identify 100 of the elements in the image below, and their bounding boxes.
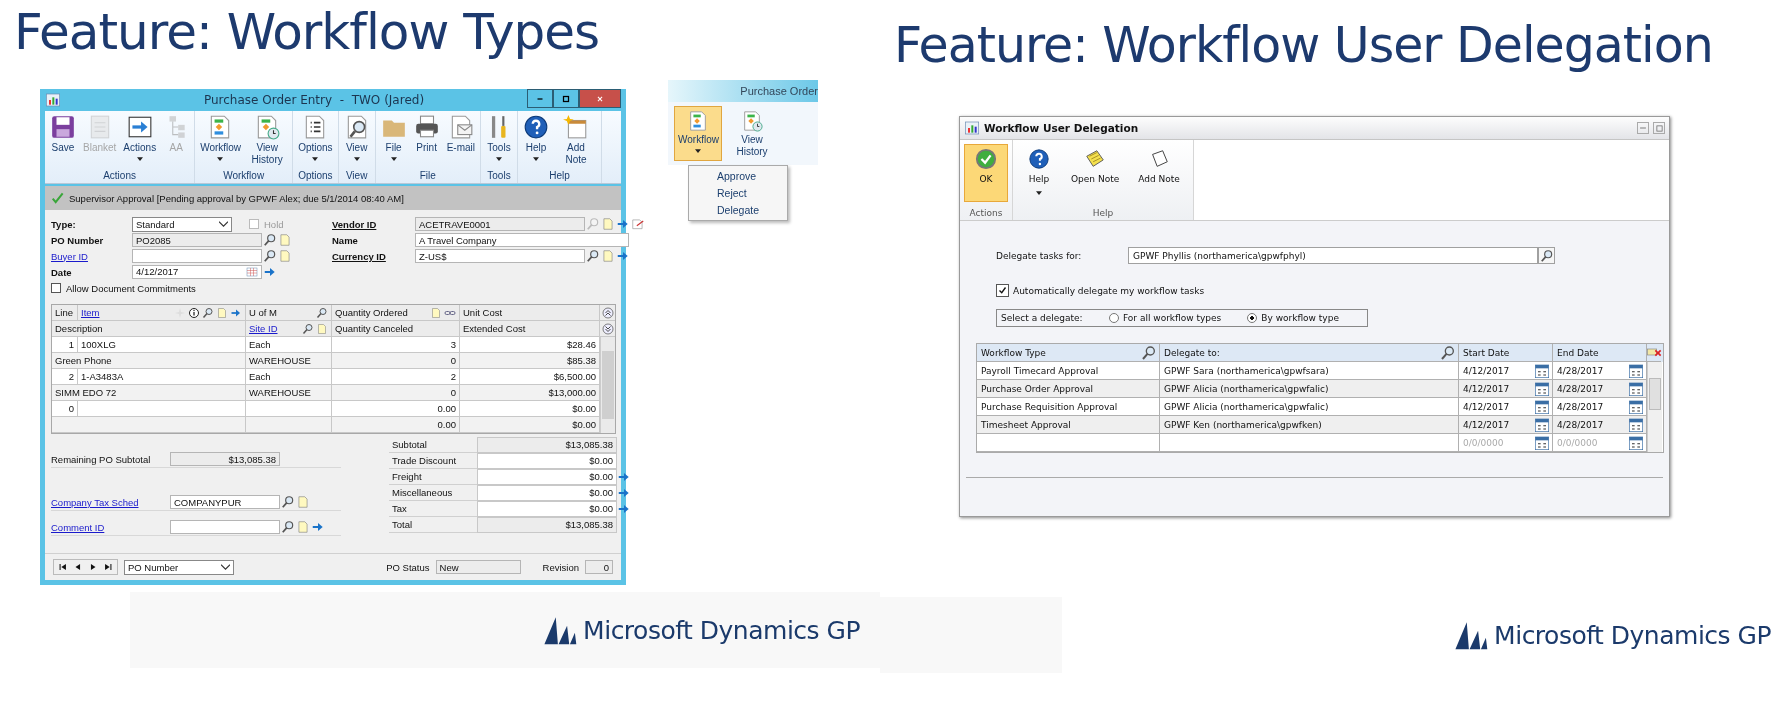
radio-button[interactable] xyxy=(1109,313,1119,323)
ribbon-button[interactable]: Print xyxy=(410,111,443,169)
buyer-id-field[interactable] xyxy=(132,249,262,263)
tax-schedule-field[interactable]: COMPANYPUR xyxy=(170,495,280,509)
collapse-icon[interactable] xyxy=(601,306,614,319)
minimize-button[interactable] xyxy=(527,89,553,108)
last-record-icon[interactable] xyxy=(103,562,113,572)
maximize-button[interactable] xyxy=(553,89,579,108)
radio-label: For all workflow types xyxy=(1123,313,1222,323)
column-header: Start Date xyxy=(1463,347,1510,358)
previous-record-icon[interactable] xyxy=(73,562,83,572)
arrow-icon[interactable] xyxy=(616,217,630,231)
ribbon-button[interactable]: Options xyxy=(295,111,336,169)
help-icon xyxy=(1028,148,1050,170)
auto-delegate-checkbox[interactable] xyxy=(996,284,1009,297)
ribbon-group-label: Actions xyxy=(103,169,136,183)
lookup-icon[interactable] xyxy=(316,306,328,319)
lookup-icon[interactable] xyxy=(281,520,295,534)
menu-item[interactable]: Delegate xyxy=(717,203,787,217)
calendar-icon[interactable] xyxy=(1534,416,1550,433)
currency-id-field[interactable]: Z-US$ xyxy=(415,249,585,263)
ribbon-button[interactable]: Help xyxy=(519,111,552,169)
first-record-icon[interactable] xyxy=(58,562,68,572)
comment-id-field[interactable] xyxy=(170,520,280,534)
calendar-icon[interactable] xyxy=(1628,398,1644,415)
calendar-icon[interactable] xyxy=(1534,380,1550,397)
field-label: Date xyxy=(51,266,73,278)
ribbon-button[interactable]: File xyxy=(377,111,410,169)
lookup-icon[interactable] xyxy=(1440,344,1456,361)
column-header: Delegate to: xyxy=(1164,347,1220,358)
tax-schedule-link[interactable]: Company Tax Sched xyxy=(51,496,169,508)
menu-item[interactable]: Reject xyxy=(717,186,787,200)
ribbon-button[interactable]: Actions xyxy=(120,111,160,169)
calendar-icon[interactable] xyxy=(1628,416,1644,433)
ribbon-button[interactable]: Workflow xyxy=(197,111,244,169)
ribbon-button[interactable]: View History xyxy=(244,111,291,169)
lookup-icon[interactable] xyxy=(1141,344,1157,361)
radio-button[interactable] xyxy=(1247,313,1258,323)
scrollbar[interactable] xyxy=(600,337,615,433)
ribbon-button[interactable]: Tools xyxy=(482,111,515,169)
site-id-link[interactable]: Site ID xyxy=(249,321,278,336)
field-label: Type: xyxy=(51,218,77,230)
ribbon-button[interactable]: Workflow xyxy=(674,106,722,161)
arrow-icon[interactable] xyxy=(617,486,631,500)
calendar-icon[interactable] xyxy=(1628,380,1644,397)
arrow-icon[interactable] xyxy=(263,265,277,279)
expand-icon[interactable] xyxy=(601,322,614,335)
table-cell: 4/12/2017 xyxy=(1463,401,1510,412)
scrollbar[interactable] xyxy=(1647,362,1662,452)
type-dropdown[interactable]: Standard xyxy=(132,216,232,232)
notepad-icon xyxy=(1084,148,1107,170)
ribbon-button[interactable]: Add Note xyxy=(552,111,599,169)
arrow-icon[interactable] xyxy=(311,520,325,534)
date-field[interactable]: 0/0/0000 xyxy=(1463,437,1523,448)
info-icon[interactable] xyxy=(188,306,200,319)
lookup-icon[interactable] xyxy=(263,249,277,263)
delegate-user-field[interactable]: GPWF Phyllis (northamerica\gpwfphyl) xyxy=(1128,247,1538,264)
calendar-icon[interactable] xyxy=(1628,362,1644,379)
vendor-id-field[interactable]: ACETRAVE0001 xyxy=(415,217,585,231)
remaining-subtotal-field: $13,085.38 xyxy=(170,452,280,466)
radio-label: By workflow type xyxy=(1261,313,1339,323)
menu-item[interactable]: Approve xyxy=(717,169,787,183)
lookup-button[interactable] xyxy=(1538,247,1555,264)
date-field[interactable]: 4/12/2017 xyxy=(132,265,262,279)
commitments-checkbox[interactable] xyxy=(51,283,61,293)
lookup-icon[interactable] xyxy=(302,322,314,335)
item-link[interactable]: Item xyxy=(81,305,100,320)
next-record-icon[interactable] xyxy=(88,562,98,572)
lookup-icon[interactable] xyxy=(202,306,214,319)
ribbon-button[interactable]: Save xyxy=(47,111,79,169)
lookup-icon[interactable] xyxy=(586,249,600,263)
ribbon-button[interactable]: View xyxy=(340,111,373,169)
ribbon-button[interactable]: View History xyxy=(728,106,776,161)
lookup-icon[interactable] xyxy=(281,495,295,509)
name-field[interactable]: A Travel Company xyxy=(415,233,629,247)
arrow-icon[interactable] xyxy=(617,470,631,484)
ribbon-button[interactable]: OK xyxy=(964,144,1008,202)
ribbon-group-label: Tools xyxy=(487,169,511,183)
ribbon-button[interactable]: Help xyxy=(1017,144,1061,202)
arrow-icon[interactable] xyxy=(616,249,630,263)
date-field[interactable]: 0/0/0000 xyxy=(1557,437,1617,448)
lookup-icon[interactable] xyxy=(263,233,277,247)
ribbon-button[interactable]: E-mail xyxy=(443,111,478,169)
po-number-field[interactable]: PO2085 xyxy=(132,233,262,247)
browse-by-dropdown[interactable]: PO Number xyxy=(124,559,234,575)
currency-id-link[interactable]: Currency ID xyxy=(332,250,414,262)
calendar-icon[interactable] xyxy=(1534,398,1550,415)
field-label: Remaining PO Subtotal xyxy=(51,453,152,465)
arrow-icon[interactable] xyxy=(617,502,631,516)
comment-id-link[interactable]: Comment ID xyxy=(51,521,169,533)
ribbon-button[interactable]: Add Note xyxy=(1129,144,1189,202)
edit-document-icon[interactable] xyxy=(631,217,645,231)
buyer-id-link[interactable]: Buyer ID xyxy=(51,250,131,262)
calendar-icon[interactable] xyxy=(1628,434,1644,451)
logo-text: Microsoft Dynamics GP xyxy=(583,615,860,645)
ribbon-button[interactable]: Open Note xyxy=(1062,144,1129,202)
vendor-id-link[interactable]: Vendor ID xyxy=(332,218,414,230)
calendar-icon[interactable] xyxy=(1534,434,1550,451)
calendar-icon[interactable] xyxy=(1534,362,1550,379)
table-cell: $85.38 xyxy=(460,353,600,369)
